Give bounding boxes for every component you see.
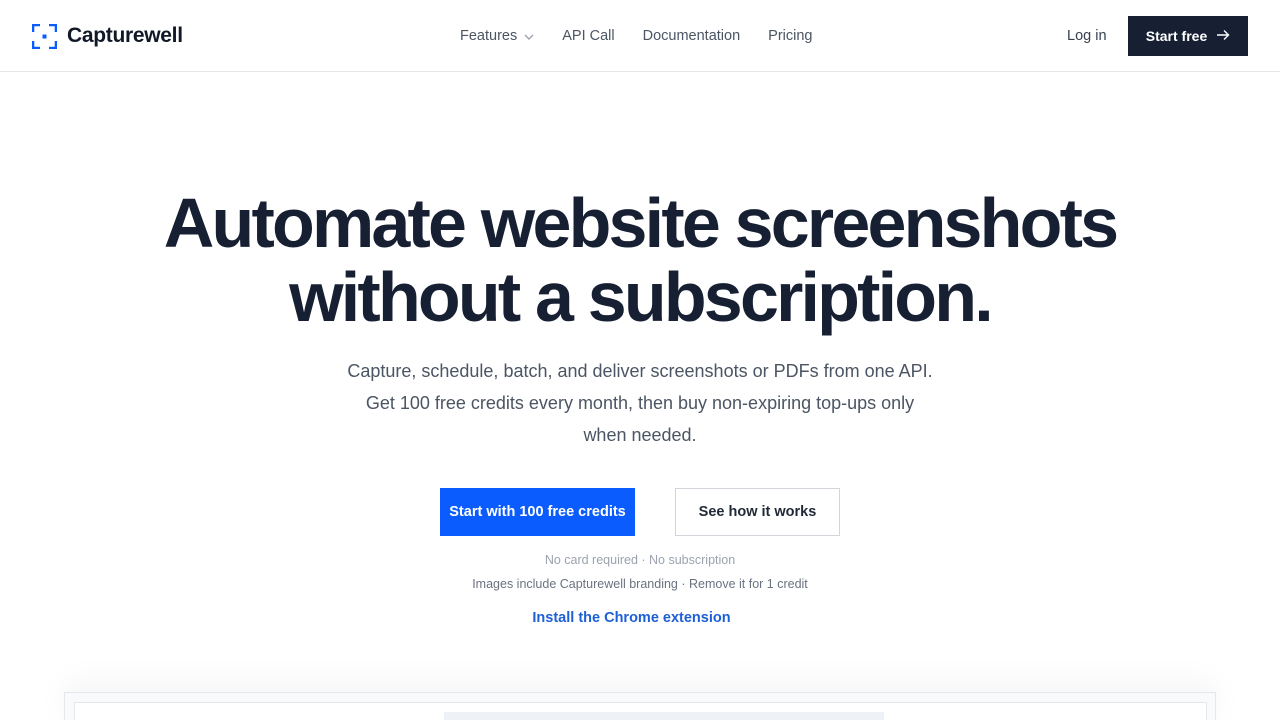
start-free-label: Start free bbox=[1145, 28, 1208, 44]
subtext-line-1: Capture, schedule, batch, and deliver sc… bbox=[347, 361, 933, 381]
start-free-credits-button[interactable]: Start with 100 free credits bbox=[440, 488, 635, 536]
see-how-it-works-button[interactable]: See how it works bbox=[675, 488, 840, 536]
capture-frame-icon bbox=[31, 23, 58, 49]
subtext-line-3: when needed. bbox=[583, 425, 697, 445]
main-nav: Features API Call Documentation Pricing bbox=[460, 26, 812, 46]
nav-item-label: API Call bbox=[562, 28, 615, 44]
nav-item-pricing[interactable]: Pricing bbox=[768, 26, 812, 46]
nav-item-features[interactable]: Features bbox=[460, 26, 534, 46]
hero-subtext: Capture, schedule, batch, and deliver sc… bbox=[320, 355, 960, 451]
no-card-note: No card required · No subscription bbox=[544, 553, 736, 567]
site-header: Capturewell Features API Call Documentat… bbox=[0, 0, 1280, 72]
nav-item-label: Pricing bbox=[768, 28, 813, 44]
hero-headline: Automate website screenshots without a s… bbox=[0, 186, 1280, 334]
start-free-button[interactable]: Start free bbox=[1128, 16, 1248, 56]
chrome-extension-link[interactable]: Install the Chrome extension bbox=[0, 609, 1263, 627]
nav-item-documentation[interactable]: Documentation bbox=[643, 26, 741, 46]
subtext-line-2: Get 100 free credits every month, then b… bbox=[365, 393, 915, 413]
nav-item-api-call[interactable]: API Call bbox=[562, 26, 614, 46]
headline-line-1: Automate website screenshots bbox=[163, 184, 1119, 262]
nav-item-label: Documentation bbox=[642, 28, 741, 44]
nav-item-label: Features bbox=[460, 28, 518, 44]
chevron-down-icon bbox=[524, 26, 534, 46]
arrow-right-icon bbox=[1216, 28, 1230, 44]
login-link[interactable]: Log in bbox=[1067, 26, 1107, 46]
preview-address-bar bbox=[444, 712, 884, 720]
branding-note: Images include Capturewell branding · Re… bbox=[472, 577, 808, 591]
brand-name: Capturewell bbox=[67, 24, 183, 47]
brand-logo[interactable]: Capturewell bbox=[31, 22, 183, 50]
headline-line-2: without a subscription. bbox=[289, 258, 994, 336]
